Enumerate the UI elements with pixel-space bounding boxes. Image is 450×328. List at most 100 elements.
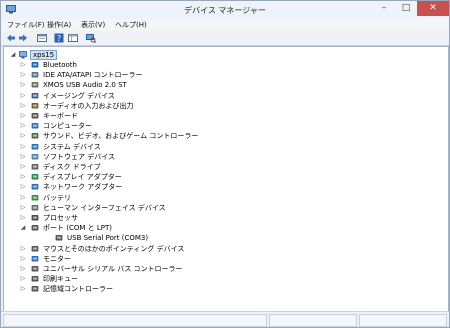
tree-item-label: ディスプレイ アダプター	[43, 173, 122, 182]
title-bar: デバイス マネージャー – □ ✕	[1, 1, 449, 19]
expand-arrow-icon[interactable]: ▷	[20, 213, 26, 223]
expand-arrow-icon[interactable]: ▷	[20, 60, 26, 70]
expand-arrow-icon[interactable]: ▷	[20, 254, 26, 264]
expand-arrow-icon[interactable]: ▷	[20, 162, 26, 172]
status-pane-3	[359, 314, 447, 327]
tree-item[interactable]: ▷ コンピューター	[4, 121, 444, 131]
tree-item-label: マウスとそのほかのポインティング デバイス	[43, 244, 185, 253]
bluetooth-icon	[31, 62, 39, 68]
maximize-button[interactable]: □	[395, 1, 417, 16]
computer-icon	[31, 123, 39, 129]
expand-arrow-icon[interactable]: ▷	[20, 274, 26, 284]
status-bar	[1, 311, 449, 327]
tree-item-label: コンピューター	[43, 122, 92, 131]
menu-view[interactable]: 表示(V)	[81, 20, 105, 30]
tree-item-label: モニター	[43, 254, 71, 263]
tree-item[interactable]: ▷ ユニバーサル シリアル バス コントローラー	[4, 264, 444, 274]
tree-item[interactable]: ▷ 印刷キュー	[4, 274, 444, 284]
keyboard-icon	[31, 113, 39, 119]
forward-arrow-icon[interactable]	[18, 33, 28, 43]
collapse-arrow-icon[interactable]: ◢	[10, 50, 16, 60]
expand-arrow-icon[interactable]: ▷	[20, 172, 26, 182]
tree-item-label: ポート (COM と LPT)	[43, 224, 112, 233]
expand-arrow-icon[interactable]: ▷	[20, 244, 26, 254]
network-adapter-icon	[31, 184, 39, 190]
battery-icon	[31, 194, 39, 201]
menu-action[interactable]: 操作(A)	[47, 20, 71, 30]
tree-item-label: IDE ATA/ATAPI コントローラー	[43, 71, 143, 80]
monitor-icon	[31, 255, 39, 262]
tree-item[interactable]: ▷ キーボード	[4, 111, 444, 121]
expand-arrow-icon[interactable]: ▷	[20, 101, 26, 111]
tree-item[interactable]: ▷ ネットワーク アダプター	[4, 182, 444, 192]
printer-icon	[31, 276, 39, 282]
serial-port-icon	[55, 235, 63, 241]
minimize-button[interactable]: –	[373, 1, 395, 16]
expand-arrow-icon[interactable]: ▷	[20, 111, 26, 121]
expand-arrow-icon[interactable]: ▷	[20, 284, 26, 294]
tree-item[interactable]: ▷ ディスプレイ アダプター	[4, 172, 444, 182]
expand-arrow-icon[interactable]: ▷	[20, 264, 26, 274]
tree-item-label: ネットワーク アダプター	[43, 183, 123, 192]
mouse-icon	[31, 245, 39, 252]
tree-item-label: USB Serial Port (COM3)	[67, 234, 149, 243]
scan-hardware-icon[interactable]	[86, 33, 96, 43]
tree-item[interactable]: ▷ バッテリ	[4, 193, 444, 203]
tree-item[interactable]: ▷ マウスとそのほかのポインティング デバイス	[4, 244, 444, 254]
tree-item[interactable]: ▷ ヒューマン インターフェイス デバイス	[4, 203, 444, 213]
tree-item-label: ヒューマン インターフェイス デバイス	[43, 203, 166, 212]
back-arrow-icon[interactable]	[6, 33, 16, 43]
expand-arrow-icon[interactable]: ▷	[20, 121, 26, 131]
tree-item[interactable]: ▷ ディスク ドライブ	[4, 162, 444, 172]
close-button[interactable]: ✕	[417, 1, 449, 16]
usb-controller-icon	[31, 266, 39, 272]
tree-item-label: 記憶域コントローラー	[43, 285, 113, 294]
tree-item[interactable]: ▷ IDE ATA/ATAPI コントローラー	[4, 70, 444, 80]
expand-arrow-icon[interactable]: ▷	[20, 193, 26, 203]
tree-item[interactable]: ▷ イメージング デバイス	[4, 91, 444, 101]
tree-item[interactable]: ▷ システム デバイス	[4, 142, 444, 152]
processor-icon	[31, 215, 39, 221]
tree-item-label: ソフトウェア デバイス	[43, 152, 116, 161]
expand-arrow-icon[interactable]: ▷	[20, 91, 26, 101]
speaker-icon	[31, 102, 39, 109]
tree-item-label: サウンド、ビデオ、およびゲーム コントローラー	[43, 132, 199, 141]
expand-arrow-icon[interactable]: ▷	[20, 70, 26, 80]
expand-arrow-icon[interactable]: ▷	[20, 203, 26, 213]
menu-help[interactable]: ヘルプ(H)	[115, 20, 147, 30]
help-icon[interactable]: ?	[54, 33, 64, 43]
tree-item[interactable]: ▷ サウンド、ビデオ、およびゲーム コントローラー	[4, 131, 444, 141]
tree-item[interactable]: ▷ ソフトウェア デバイス	[4, 152, 444, 162]
tree-item[interactable]: ▷ オーディオの入力および出力	[4, 101, 444, 111]
tree-item[interactable]: ▷ モニター	[4, 254, 444, 264]
tree-item[interactable]: ▷ XMOS USB Audio 2.0 ST	[4, 80, 444, 90]
tree-item[interactable]: ▷ プロセッサ	[4, 213, 444, 223]
display-adapter-icon	[31, 174, 39, 180]
tree-item[interactable]: ◢ ポート (COM と LPT)	[4, 223, 444, 233]
svg-text:?: ?	[57, 34, 61, 43]
collapse-arrow-icon[interactable]: ◢	[20, 223, 26, 233]
tree-item[interactable]: ▷ Bluetooth	[4, 60, 444, 70]
tree-root[interactable]: ◢ xps15	[4, 50, 444, 60]
software-device-icon	[31, 153, 39, 160]
device-tree[interactable]: ◢ xps15 ▷ Bluetooth ▷ IDE ATA/ATAPI コントローラー…	[3, 46, 449, 312]
menu-file[interactable]: ファイル(F)	[7, 20, 45, 30]
tree-item-label: 印刷キュー	[43, 275, 78, 284]
menu-bar: ファイル(F) 操作(A) 表示(V) ヘルプ(H)	[1, 19, 449, 31]
expand-arrow-icon[interactable]: ▷	[20, 152, 26, 162]
tree-item[interactable]: ▷ 記憶域コントローラー	[4, 284, 444, 294]
device-manager-window: デバイス マネージャー – □ ✕ ファイル(F) 操作(A) 表示(V) ヘル…	[0, 0, 450, 328]
computer-icon	[19, 51, 27, 59]
expand-arrow-icon[interactable]: ▷	[20, 182, 26, 192]
sound-video-icon	[31, 133, 39, 139]
properties-icon[interactable]	[37, 33, 47, 43]
audio-device-icon	[31, 82, 39, 88]
expand-arrow-icon[interactable]: ▷	[20, 80, 26, 90]
status-pane-main	[3, 314, 267, 327]
tree-item-label: プロセッサ	[43, 214, 78, 222]
tree-item[interactable]: USB Serial Port (COM3)	[4, 233, 444, 243]
tree-item-label: キーボード	[43, 112, 78, 120]
expand-arrow-icon[interactable]: ▷	[20, 142, 26, 152]
expand-arrow-icon[interactable]: ▷	[20, 131, 26, 141]
view-icon[interactable]	[68, 33, 78, 43]
